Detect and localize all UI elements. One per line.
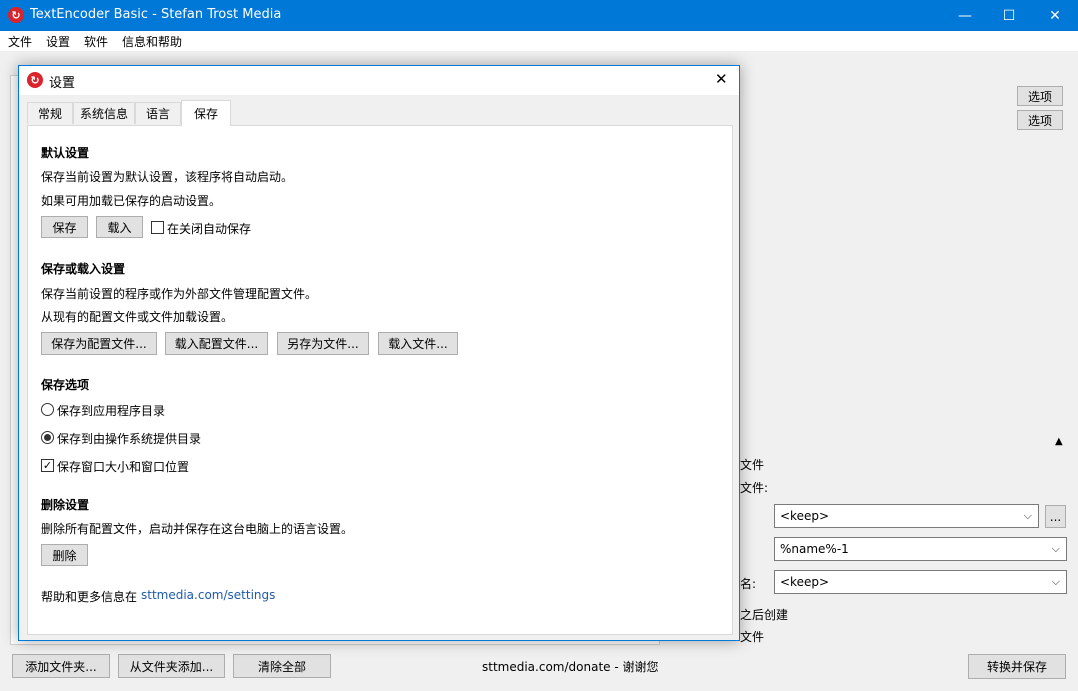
encoding-select[interactable]: <keep> ⌵	[774, 504, 1039, 528]
default-settings-heading: 默认设置	[41, 146, 90, 160]
extension-select-value: <keep>	[780, 575, 830, 589]
refresh-icon: ↻	[8, 7, 24, 23]
delete-settings-line1: 删除所有配置文件，启动并保存在这台电脑上的语言设置。	[41, 522, 354, 536]
close-icon[interactable]: ✕	[1032, 0, 1078, 31]
save-window-pos-checkbox[interactable]: ✓	[41, 459, 54, 472]
option-button-1[interactable]: 选项	[1017, 86, 1063, 106]
save-window-pos-label: 保存窗口大小和窗口位置	[57, 460, 190, 474]
load-default-button[interactable]: 载入	[96, 216, 143, 238]
dialog-titlebar[interactable]	[19, 66, 739, 95]
close-icon[interactable]: ✕	[715, 70, 728, 88]
autosave-label: 在关闭自动保存	[167, 222, 252, 236]
radio-app-dir-label: 保存到应用程序目录	[57, 404, 166, 418]
collapse-up-icon[interactable]: ▲	[1055, 436, 1063, 447]
load-config-button[interactable]: 载入配置文件...	[165, 332, 268, 355]
radio-os-dir-label: 保存到由操作系统提供目录	[57, 432, 202, 446]
menu-info-help[interactable]: 信息和帮助	[122, 33, 182, 50]
checkmark-icon: ✓	[42, 459, 53, 472]
tab-general[interactable]: 常规	[27, 102, 73, 124]
name-pattern-value: %name%-1	[780, 542, 849, 556]
label-files-colon: 文件:	[740, 481, 769, 495]
save-load-heading: 保存或载入设置	[41, 262, 126, 276]
menu-file[interactable]: 文件	[8, 33, 32, 50]
label-files: 文件	[740, 458, 765, 472]
menu-software[interactable]: 软件	[84, 33, 108, 50]
save-load-line2: 从现有的配置文件或文件加载设置。	[41, 310, 234, 324]
maximize-icon[interactable]: ☐	[986, 0, 1032, 31]
refresh-icon: ↻	[27, 72, 43, 88]
default-settings-line1: 保存当前设置为默认设置，该程序将自动启动。	[41, 170, 294, 184]
encoding-select-value: <keep>	[780, 509, 830, 523]
tab-system-info[interactable]: 系统信息	[73, 102, 135, 124]
donate-text[interactable]: sttmedia.com/donate - 谢谢您	[482, 658, 659, 675]
save-as-config-button[interactable]: 保存为配置文件...	[41, 332, 157, 355]
option-button-2[interactable]: 选项	[1017, 110, 1063, 130]
chevron-down-icon: ⌵	[1051, 575, 1060, 588]
help-prefix: 帮助和更多信息在	[41, 590, 138, 604]
menu-settings[interactable]: 设置	[46, 33, 70, 50]
save-default-button[interactable]: 保存	[41, 216, 88, 238]
radio-os-dir[interactable]	[41, 431, 54, 444]
help-link[interactable]: sttmedia.com/settings	[141, 588, 275, 602]
name-pattern-select[interactable]: %name%-1 ⌵	[774, 537, 1067, 561]
save-options-heading: 保存选项	[41, 378, 90, 392]
autosave-checkbox[interactable]	[151, 221, 164, 234]
settings-dialog: ↻ 设置 ✕ 常规 系统信息 语言 保存 默认设置 保存当前设置为默认设置，该程…	[18, 65, 740, 641]
save-as-file-button[interactable]: 另存为文件...	[277, 332, 369, 355]
convert-save-button[interactable]: 转换并保存	[968, 654, 1066, 679]
add-from-folder-button[interactable]: 从文件夹添加...	[118, 654, 225, 678]
radio-selected-dot	[44, 434, 51, 441]
window-title: TextEncoder Basic - Stefan Trost Media	[30, 7, 282, 22]
dialog-title: 设置	[49, 76, 76, 91]
browse-button[interactable]: ...	[1045, 505, 1066, 528]
label-file-bottom: 文件	[740, 630, 765, 644]
minimize-icon[interactable]: —	[942, 0, 988, 31]
chevron-down-icon: ⌵	[1023, 509, 1032, 522]
delete-settings-heading: 删除设置	[41, 498, 90, 512]
clear-all-button[interactable]: 清除全部	[233, 654, 331, 678]
label-name: 名:	[740, 577, 757, 591]
load-file-button[interactable]: 载入文件...	[378, 332, 458, 355]
chevron-down-icon: ⌵	[1051, 542, 1060, 555]
default-settings-line2: 如果可用加载已保存的启动设置。	[41, 194, 222, 208]
tab-save[interactable]: 保存	[181, 100, 231, 126]
label-after-create: 之后创建	[740, 608, 789, 622]
delete-settings-button[interactable]: 删除	[41, 544, 88, 566]
add-folder-button[interactable]: 添加文件夹...	[12, 654, 110, 678]
radio-app-dir[interactable]	[41, 403, 54, 416]
save-load-line1: 保存当前设置的程序或作为外部文件管理配置文件。	[41, 287, 318, 301]
extension-select[interactable]: <keep> ⌵	[774, 570, 1067, 594]
tab-language[interactable]: 语言	[135, 102, 181, 124]
